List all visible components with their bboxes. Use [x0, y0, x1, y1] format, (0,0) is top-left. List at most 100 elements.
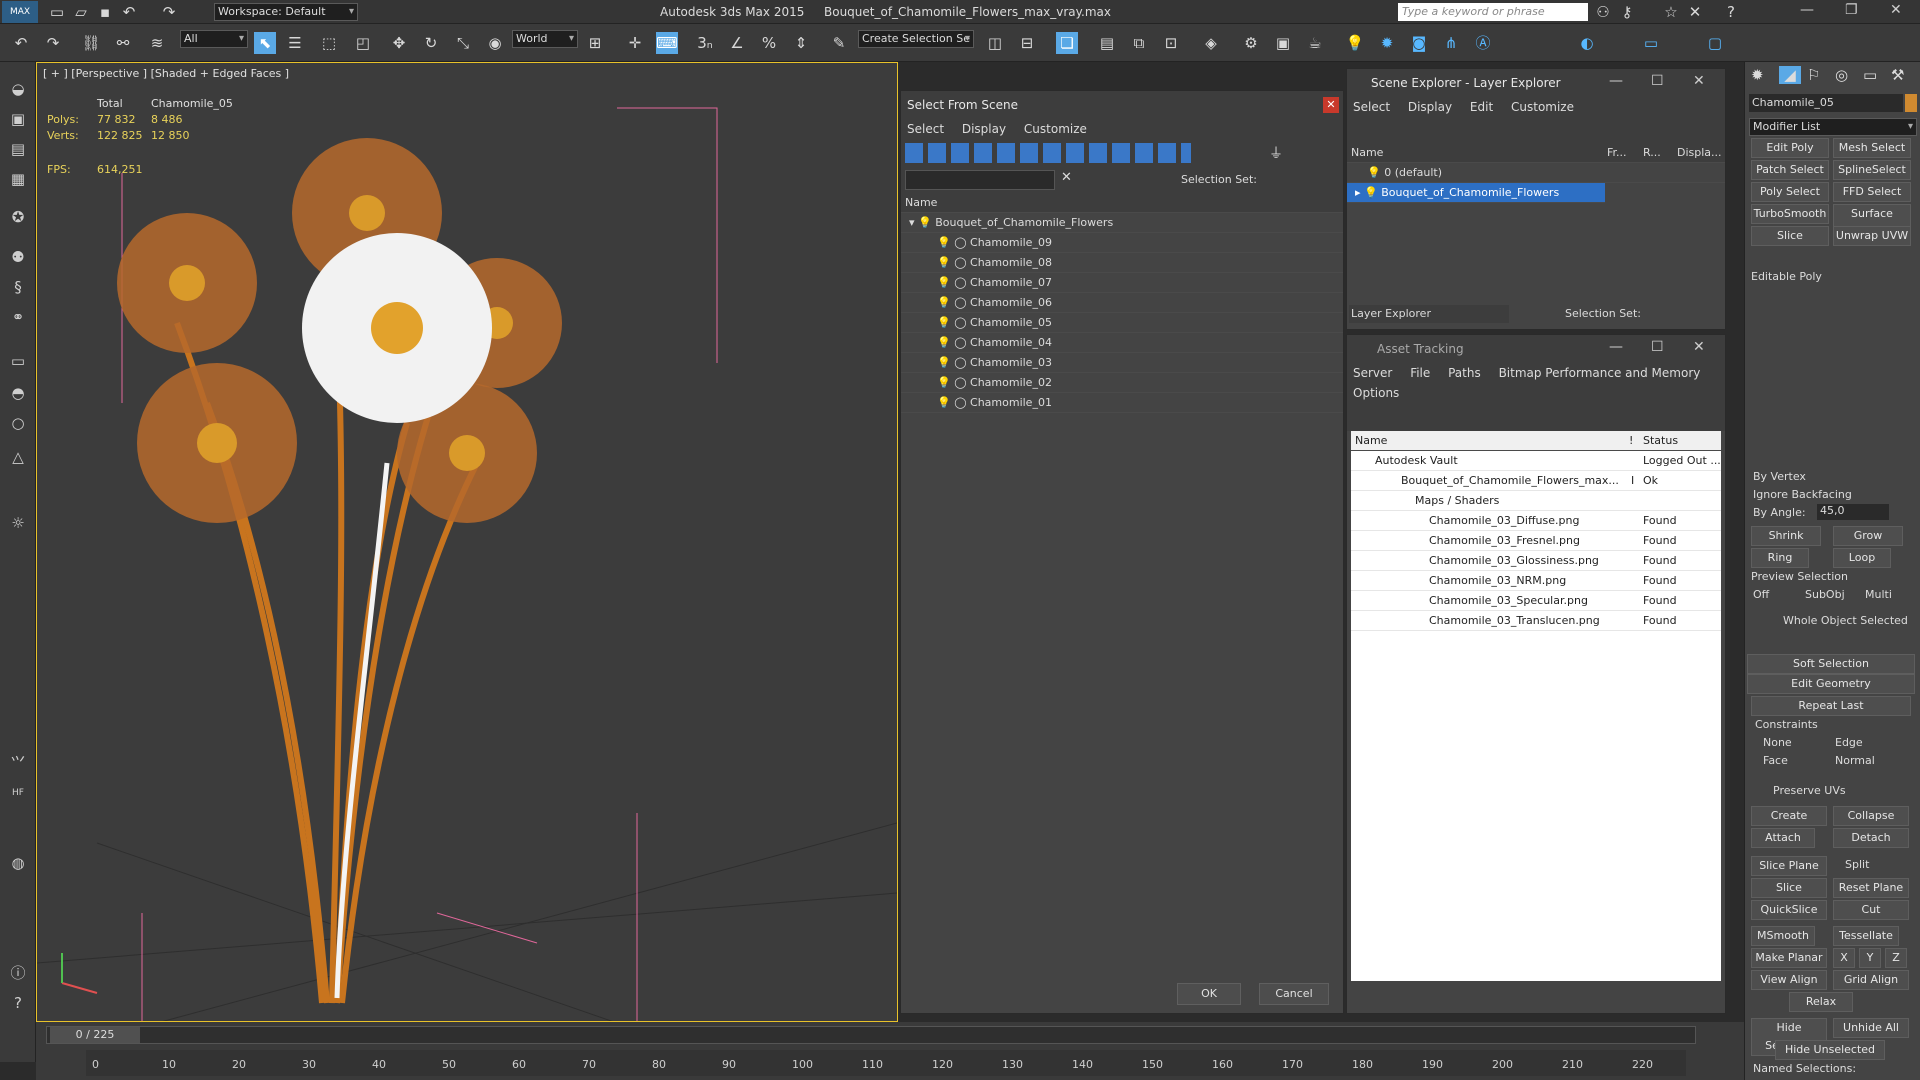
scale-icon[interactable]: ⤡ — [452, 32, 474, 54]
ok-button[interactable]: OK — [1177, 983, 1241, 1005]
menu-customize[interactable]: Customize — [1511, 100, 1574, 114]
pivot-center-icon[interactable]: ⊞ — [584, 32, 606, 54]
grid-icon[interactable]: ▦ — [6, 168, 30, 190]
workspace-dropdown[interactable]: Workspace: Default — [214, 3, 358, 21]
world-icon[interactable]: ◍ — [6, 852, 30, 874]
render-icon[interactable]: ☕ — [1304, 32, 1326, 54]
rect-selection-icon[interactable]: ⬚ — [318, 32, 340, 54]
scene-object-row[interactable]: 💡 ◯ Chamomile_09 — [901, 233, 1343, 253]
light-icon[interactable]: ✪ — [6, 206, 30, 228]
save-icon[interactable]: ▪ — [94, 1, 116, 23]
window-crossing-icon[interactable]: ◰ — [352, 32, 374, 54]
expand-icon[interactable]: ▸ — [1355, 186, 1364, 199]
robot-icon[interactable]: ⚉ — [6, 246, 30, 268]
minimize-icon[interactable]: — — [1609, 339, 1623, 355]
scene-object-row[interactable]: 💡 ◯ Chamomile_02 — [901, 373, 1343, 393]
asset-row[interactable]: Chamomile_03_Glossiness.png Found — [1351, 551, 1721, 571]
grid-align-button[interactable]: Grid Align — [1833, 970, 1909, 990]
slice-button[interactable]: Slice — [1751, 878, 1827, 898]
scene-object-row[interactable]: 💡 ◯ Chamomile_04 — [901, 333, 1343, 353]
filter-funnel-icon[interactable]: ⏚ — [1269, 143, 1283, 163]
bulb-icon[interactable]: 💡 — [937, 336, 954, 349]
box-icon[interactable]: ▣ — [6, 108, 30, 130]
close-icon[interactable]: ✕ — [1693, 339, 1705, 355]
hierarchy-icon[interactable]: ⚭ — [6, 306, 30, 328]
move-icon[interactable]: ✥ — [388, 32, 410, 54]
ignore-backfacing-checkbox[interactable]: Ignore Backfacing — [1753, 488, 1852, 501]
scene-object-row[interactable]: 💡 ◯ Chamomile_01 — [901, 393, 1343, 413]
loop-button[interactable]: Loop — [1833, 548, 1891, 568]
repeat-last-button[interactable]: Repeat Last — [1751, 696, 1911, 716]
by-vertex-checkbox[interactable]: By Vertex — [1753, 470, 1806, 483]
col-render[interactable]: R... — [1643, 143, 1661, 163]
bulb-icon[interactable]: 💡 — [937, 316, 954, 329]
bulb-icon[interactable]: 💡 — [937, 256, 954, 269]
display-tab-icon[interactable]: ▭ — [1863, 66, 1877, 84]
layer-manager-icon[interactable]: ❏ — [1056, 32, 1078, 54]
material-editor-icon[interactable]: ◈ — [1200, 32, 1222, 54]
selection-filter-dropdown[interactable]: All — [180, 30, 248, 48]
angle-spinner[interactable]: 45,0 — [1817, 504, 1889, 520]
bulb-icon[interactable]: 💡 — [937, 356, 954, 369]
bulb-icon[interactable]: 💡 — [937, 396, 954, 409]
preview-multi-radio[interactable]: Multi — [1865, 588, 1892, 601]
render-frame-icon[interactable]: ▣ — [1272, 32, 1294, 54]
maximize-icon[interactable]: ❐ — [1845, 2, 1858, 18]
modifier-list-dropdown[interactable]: Modifier List — [1749, 118, 1917, 136]
collapse-button[interactable]: Collapse — [1833, 806, 1909, 826]
redo-icon[interactable]: ↷ — [158, 1, 180, 23]
camera-icon[interactable]: ◙ — [1408, 32, 1430, 54]
mod-spline-select[interactable]: SplineSelect — [1833, 160, 1911, 180]
track-bar[interactable] — [86, 1050, 1686, 1076]
cone-icon[interactable]: △ — [6, 446, 30, 468]
make-planar-button[interactable]: Make Planar — [1751, 948, 1827, 968]
undo-icon[interactable]: ↶ — [118, 1, 140, 23]
preserve-uvs-checkbox[interactable]: Preserve UVs — [1773, 784, 1846, 797]
y-button[interactable]: Y — [1859, 948, 1881, 968]
sun-icon[interactable]: ☼ — [6, 512, 30, 534]
scene-object-row[interactable]: 💡 ◯ Chamomile_05 — [901, 313, 1343, 333]
soft-selection-rollout[interactable]: Soft Selection — [1747, 654, 1915, 674]
menu-select[interactable]: Select — [907, 122, 944, 136]
constraint-face-radio[interactable]: Face — [1763, 754, 1788, 767]
scene-object-row[interactable]: 💡 ◯ Chamomile_07 — [901, 273, 1343, 293]
motion-tab-icon[interactable]: ◎ — [1835, 66, 1848, 84]
cut-button[interactable]: Cut — [1833, 900, 1909, 920]
hide-unselected-button[interactable]: Hide Unselected — [1775, 1040, 1885, 1060]
teapot-icon[interactable]: ◒ — [6, 78, 30, 100]
layer-row[interactable]: 💡 0 (default) — [1347, 163, 1725, 183]
asset-row[interactable]: Chamomile_03_Fresnel.png Found — [1351, 531, 1721, 551]
scene-object-row[interactable]: 💡 ◯ Chamomile_06 — [901, 293, 1343, 313]
mod-unwrap-uvw[interactable]: Unwrap UVW — [1833, 226, 1911, 246]
grass-icon[interactable]: ⺍ — [6, 752, 30, 774]
filter-icons[interactable] — [905, 143, 1191, 163]
x-button[interactable]: X — [1833, 948, 1855, 968]
constraint-edge-radio[interactable]: Edge — [1835, 736, 1863, 749]
light-icon[interactable]: 💡 — [1344, 32, 1366, 54]
edit-geometry-rollout[interactable]: Edit Geometry — [1747, 674, 1915, 694]
plane-icon[interactable]: ▭ — [6, 350, 30, 372]
sphere-icon[interactable]: ◐ — [1576, 32, 1598, 54]
snaps-toggle-icon[interactable]: 3ₙ — [694, 32, 716, 54]
z-button[interactable]: Z — [1885, 948, 1907, 968]
unlink-icon[interactable]: ⚯ — [112, 32, 134, 54]
menu-select[interactable]: Select — [1353, 100, 1390, 114]
bulb-icon[interactable]: 💡 — [1364, 186, 1381, 199]
bulb-icon[interactable]: 💡 — [937, 376, 954, 389]
time-slider-handle[interactable]: 0 / 225 — [50, 1027, 140, 1043]
quickslice-button[interactable]: QuickSlice — [1751, 900, 1827, 920]
spinner-snap-icon[interactable]: ⇕ — [790, 32, 812, 54]
expand-icon[interactable]: ▾ — [909, 216, 918, 229]
menu-server[interactable]: Server — [1353, 366, 1392, 380]
mod-patch-select[interactable]: Patch Select — [1751, 160, 1829, 180]
clear-icon[interactable]: ✕ — [1061, 170, 1072, 185]
new-file-icon[interactable]: ▭ — [46, 1, 68, 23]
relax-button[interactable]: Relax — [1789, 992, 1853, 1012]
modify-tab-icon[interactable]: ◢ — [1779, 66, 1801, 84]
minimize-icon[interactable]: — — [1609, 73, 1623, 89]
keyboard-shortcut-icon[interactable]: ⌨ — [656, 32, 678, 54]
schematic-icon[interactable]: ⊡ — [1160, 32, 1182, 54]
object-color-swatch[interactable] — [1905, 94, 1917, 112]
constraint-normal-radio[interactable]: Normal — [1835, 754, 1875, 767]
help-icon[interactable]: ? — [1720, 1, 1742, 23]
